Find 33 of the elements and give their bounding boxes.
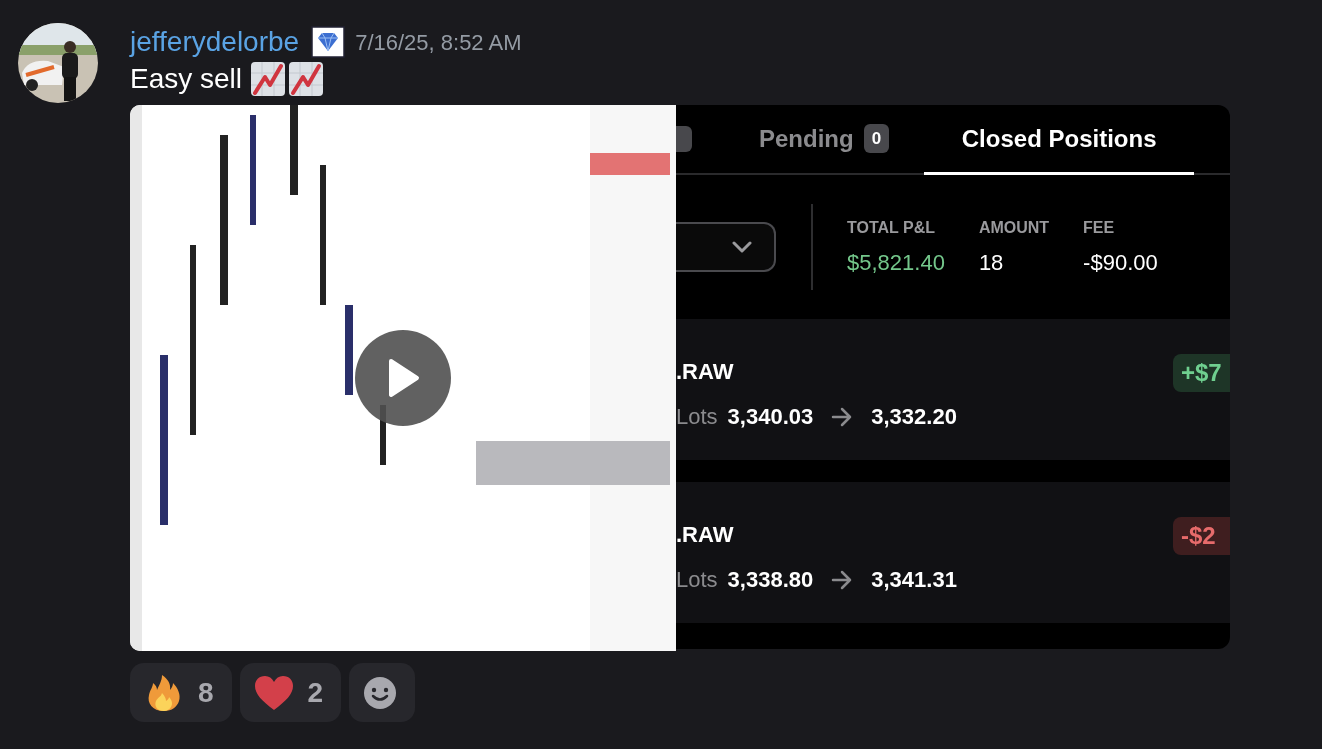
smiley-icon	[363, 675, 398, 710]
message-text: Easy sell	[130, 62, 243, 96]
tab[interactable]: Pending 0	[759, 105, 890, 175]
entry-price: 3,340.03	[727, 403, 814, 431]
timestamp: 7/16/25, 8:52 AM	[355, 28, 522, 57]
heart-icon	[253, 674, 294, 711]
stat-label: TOTAL P&L	[847, 217, 936, 238]
author-name[interactable]: jefferydelorbe	[130, 23, 300, 61]
reaction-button[interactable]: 8	[130, 663, 232, 722]
stat-value: 18	[978, 248, 1005, 277]
chart-up-icon	[288, 61, 325, 97]
arrow-right-icon	[831, 569, 854, 590]
lots-label: Lots	[676, 403, 718, 431]
stat-label: FEE	[1083, 217, 1116, 238]
pnl-badge: +$7	[1173, 354, 1230, 392]
pnl-badge: -$2	[1173, 517, 1230, 555]
entry-price: 3,338.80	[727, 566, 814, 594]
stat-value: -$90.00	[1083, 248, 1158, 277]
symbol: .RAW	[676, 358, 734, 386]
exit-price: 3,332.20	[871, 403, 957, 431]
lots-label: Lots	[676, 566, 718, 594]
chevron-down-icon	[732, 241, 752, 253]
count-badge: 0	[863, 123, 890, 154]
arrow-right-icon	[831, 406, 854, 427]
stat-value: $5,821.40	[847, 248, 945, 277]
reaction-button[interactable]: 2	[239, 663, 342, 722]
exit-price: 3,341.31	[871, 566, 957, 594]
symbol: .RAW	[676, 521, 734, 549]
chart-up-icon	[250, 61, 287, 97]
stat-label: AMOUNT	[978, 217, 1050, 238]
count-badge	[676, 126, 692, 152]
tab[interactable]: Closed Positions	[924, 105, 1195, 175]
add-reaction-button[interactable]	[349, 663, 416, 722]
